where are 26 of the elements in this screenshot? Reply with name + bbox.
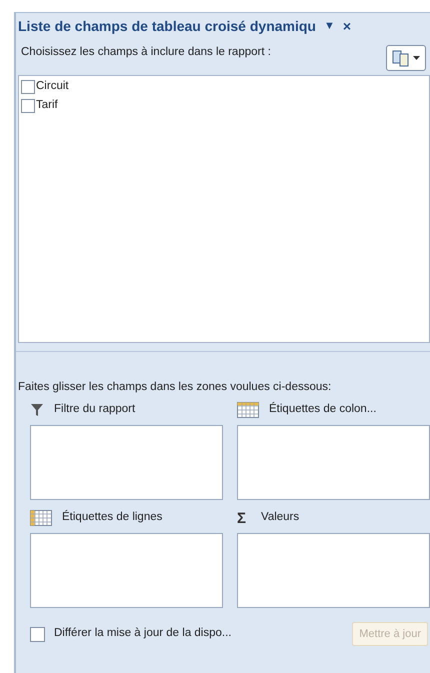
zone-label: Étiquettes de lignes bbox=[62, 509, 162, 526]
grid-icon bbox=[30, 510, 52, 526]
drop-zone[interactable] bbox=[30, 425, 223, 500]
zone-label: Filtre du rapport bbox=[54, 402, 136, 418]
caret-icon bbox=[413, 56, 420, 60]
zone-label: Valeurs bbox=[261, 510, 300, 526]
filter-icon bbox=[30, 403, 44, 417]
panel-menu-button[interactable]: ▼ bbox=[324, 18, 335, 34]
zones-prompt: Faites glisser les champs dans les zones voulues ci-dessous: bbox=[17, 380, 332, 394]
close-button[interactable]: × bbox=[342, 16, 352, 36]
sigma-icon: Σ bbox=[237, 510, 251, 526]
drop-zone[interactable] bbox=[237, 425, 430, 500]
layout-icon bbox=[392, 49, 410, 67]
drop-zone[interactable] bbox=[237, 533, 430, 608]
defer-label: Différer la mise à jour de la dispo... bbox=[54, 626, 232, 642]
defer-checkbox[interactable] bbox=[30, 626, 45, 642]
layout-button[interactable] bbox=[386, 45, 426, 71]
field-item[interactable]: Circuit bbox=[21, 79, 429, 95]
field-checkbox[interactable] bbox=[21, 99, 35, 113]
drop-zone[interactable] bbox=[30, 533, 223, 608]
zone-label: Étiquettes de colon... bbox=[269, 401, 376, 418]
fields-prompt: Choisissez les champs à inclure dans le rapport : bbox=[21, 45, 271, 59]
field-checkbox[interactable] bbox=[21, 80, 35, 94]
field-item[interactable]: Tarif bbox=[21, 98, 429, 114]
panel-title: Liste de champs de tableau croisé dynamiqu bbox=[18, 16, 316, 36]
grid-icon bbox=[237, 402, 259, 418]
